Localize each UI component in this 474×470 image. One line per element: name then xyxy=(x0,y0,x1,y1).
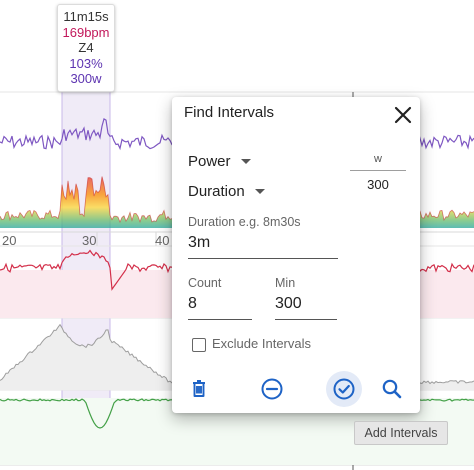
mode-select[interactable]: Duration xyxy=(188,183,265,200)
close-button[interactable] xyxy=(390,102,416,128)
metric-select-value: Power xyxy=(188,153,231,170)
find-intervals-dialog: Find Intervals Power Duration w 300 Dura… xyxy=(172,97,420,413)
close-icon xyxy=(394,106,412,124)
search-icon xyxy=(382,379,402,399)
exclude-intervals-label: Exclude Intervals xyxy=(212,336,311,351)
delete-button[interactable] xyxy=(181,371,217,407)
count-field[interactable]: 8 xyxy=(188,295,252,320)
remove-button[interactable] xyxy=(254,371,290,407)
duration-field[interactable]: 3m xyxy=(188,234,338,259)
x-axis-label-20: 20 xyxy=(2,233,17,248)
tooltip-duration: 11m15s xyxy=(63,9,109,25)
tooltip-heart-rate: 169bpm xyxy=(62,24,110,40)
tooltip-percent: 103% xyxy=(69,55,103,71)
unit-value: 300 xyxy=(367,177,389,192)
trash-icon xyxy=(193,380,205,397)
unit-divider xyxy=(350,170,406,171)
minus-circle-icon xyxy=(261,378,283,400)
min-field[interactable]: 300 xyxy=(275,295,337,320)
mode-select-value: Duration xyxy=(188,183,245,200)
tooltip-power: 300w xyxy=(70,71,102,87)
search-button[interactable] xyxy=(374,371,410,407)
chevron-down-icon xyxy=(240,159,251,164)
confirm-button[interactable] xyxy=(326,371,362,407)
count-label: Count xyxy=(188,276,222,290)
unit-label: w xyxy=(374,153,382,165)
unit-field[interactable]: w 300 xyxy=(350,153,406,192)
duration-label: Duration e.g. 8m30s xyxy=(188,215,301,229)
x-axis-label-30: 30 xyxy=(82,233,97,248)
x-axis-label-40: 40 xyxy=(155,233,170,248)
metric-select[interactable]: Power xyxy=(188,153,251,170)
dialog-title: Find Intervals xyxy=(184,104,275,121)
add-intervals-tooltip: Add Intervals xyxy=(354,421,448,445)
check-circle-icon xyxy=(333,378,355,400)
exclude-intervals-checkbox[interactable] xyxy=(192,338,206,352)
chevron-down-icon xyxy=(254,189,265,194)
min-label: Min xyxy=(275,276,296,290)
tooltip-zone: Z4 xyxy=(78,40,94,56)
hover-tooltip: 11m15s 169bpm Z4 103% 300w xyxy=(57,4,115,92)
